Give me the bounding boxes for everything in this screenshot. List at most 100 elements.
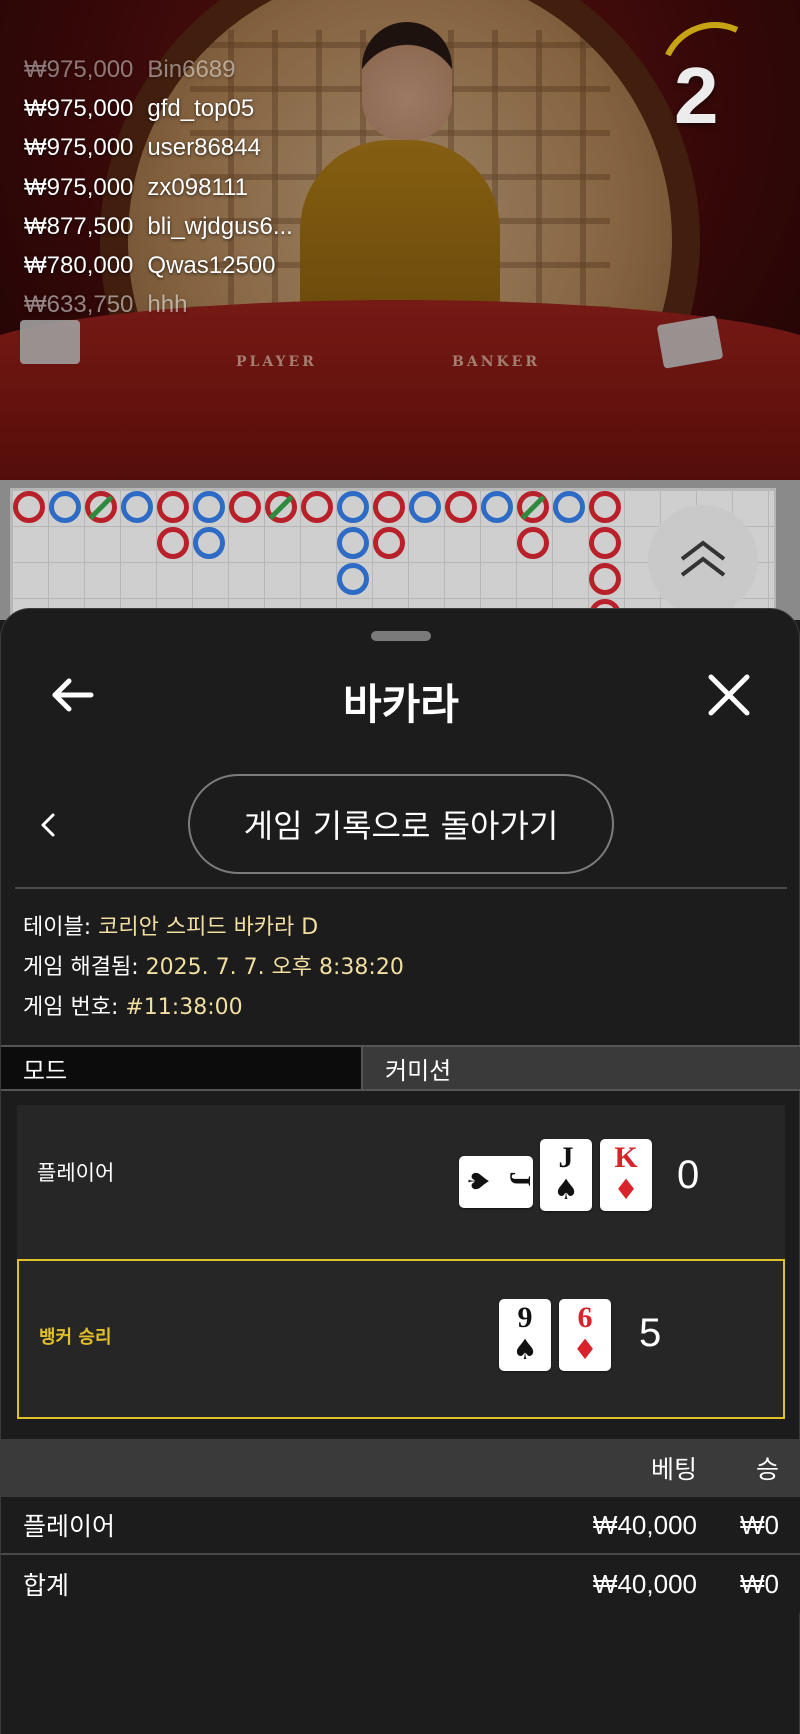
live-bet-row: ₩633,750 hhh (24, 286, 293, 325)
player-ring (409, 491, 441, 523)
bet-user: user86844 (147, 134, 261, 162)
bet-user: Qwas12500 (147, 252, 276, 280)
spade-icon: ♠ (461, 1168, 495, 1194)
banker-ring (13, 491, 45, 523)
info-table-label: 테이블: (23, 915, 99, 940)
live-bets-list: ₩975,000 Bin6689 ₩975,000 gfd_top05 ₩975,0… (24, 50, 293, 325)
live-bet-row: ₩780,000 Qwas12500 (24, 246, 293, 285)
diamond-icon: ♦ (613, 1173, 639, 1206)
card-rank: K (614, 1141, 638, 1174)
tie-slash (520, 495, 546, 520)
banker-ring (589, 563, 621, 595)
player-ring (553, 491, 585, 523)
bet-amount: ₩633,750 (24, 291, 134, 319)
tie-slash (268, 495, 294, 520)
header-win: 승 (755, 1455, 779, 1484)
player-hand-label: 플레이어 (37, 1161, 115, 1185)
bet-user: zx098111 (147, 173, 248, 201)
player-card-3: K ♦ (600, 1139, 652, 1211)
banker-ring (589, 491, 621, 523)
live-bet-row: ₩877,500 bli_wjdgus6... (24, 207, 293, 246)
player-ring (337, 491, 369, 523)
info-resolved-label: 게임 해결됨: (23, 955, 146, 980)
banker-ring (373, 491, 405, 523)
tie-slash (88, 495, 114, 520)
app-root: PLAYER BANKER ₩975,000 Bin6689 ₩975,000 gf… (0, 0, 800, 1734)
round-result-panel: 플레이어 J ♠ J ♠ K ♦ 0 뱅커 승리 9 ♠ 6 ♦ 5 (17, 1105, 785, 1419)
tab-mode[interactable]: 모드 (1, 1047, 363, 1089)
back-to-history-button[interactable]: 게임 기록으로 돌아가기 (188, 774, 614, 874)
banker-ring (229, 491, 261, 523)
live-bet-row: ₩975,000 Bin6689 (24, 50, 293, 89)
banker-ring (517, 527, 549, 559)
chevron-left-icon[interactable] (29, 805, 69, 845)
banker-card-1: 9 ♠ (499, 1299, 551, 1371)
table-row-total: 합계 ₩40,000 ₩0 (1, 1555, 800, 1613)
player-ring (481, 491, 513, 523)
row-label: 플레이어 (23, 1512, 116, 1541)
double-chevron-up-icon (680, 540, 726, 577)
banker-ring (265, 491, 297, 523)
banker-ring (301, 491, 333, 523)
live-bet-row: ₩975,000 zx098111 (24, 168, 293, 207)
bet-summary-table: 베팅 승 플레이어 ₩40,000 ₩0 합계 ₩40,000 ₩0 (1, 1439, 800, 1613)
bet-amount: ₩877,500 (24, 212, 134, 240)
card-rank: 6 (577, 1301, 593, 1334)
bet-amount: ₩975,000 (24, 134, 134, 162)
live-video: PLAYER BANKER ₩975,000 Bin6689 ₩975,000 gf… (0, 0, 800, 480)
player-ring (193, 491, 225, 523)
bet-amount: ₩975,000 (24, 94, 134, 122)
info-table-value: 코리안 스피드 바카라 D (98, 915, 319, 940)
info-resolved: 게임 해결됨: 2025. 7. 7. 오후 8:38:20 (23, 949, 404, 981)
player-score: 0 (677, 1153, 700, 1197)
expand-roads-button[interactable] (648, 505, 758, 615)
row-bet: ₩40,000 (592, 1509, 697, 1540)
bet-amount: ₩975,000 (24, 55, 134, 83)
banker-score: 5 (639, 1311, 662, 1355)
banker-win-label: 뱅커 승리 (39, 1327, 112, 1348)
banker-ring (373, 527, 405, 559)
banker-ring (157, 527, 189, 559)
diamond-icon: ♦ (572, 1333, 598, 1366)
row-win: ₩0 (740, 1568, 779, 1599)
player-hand-row: 플레이어 J ♠ J ♠ K ♦ 0 (17, 1105, 785, 1253)
banker-ring (517, 491, 549, 523)
spade-icon: ♠ (512, 1333, 538, 1366)
player-ring (337, 527, 369, 559)
close-icon[interactable] (701, 667, 757, 723)
tab-commission[interactable]: 커미션 (363, 1047, 800, 1089)
banker-ring (157, 491, 189, 523)
card-rank: J (558, 1141, 574, 1174)
info-resolved-value: 2025. 7. 7. 오후 8:38:20 (145, 955, 404, 980)
bet-amount: ₩975,000 (24, 173, 134, 201)
live-bet-row: ₩975,000 gfd_top05 (24, 89, 293, 128)
info-number-label: 게임 번호: (23, 995, 126, 1020)
player-ring (193, 527, 225, 559)
bet-user: Bin6689 (147, 55, 236, 83)
sheet-title: 바카라 (343, 680, 459, 729)
bet-user: gfd_top05 (147, 94, 255, 122)
info-table: 테이블: 코리안 스피드 바카라 D (23, 909, 318, 941)
card-rank: 9 (517, 1301, 533, 1334)
live-bet-row: ₩975,000 user86844 (24, 129, 293, 168)
player-card-1: J ♠ (459, 1156, 537, 1208)
banker-ring (589, 527, 621, 559)
info-game-number: 게임 번호: #11:38:00 (23, 989, 243, 1021)
card-rank: J (503, 1171, 537, 1187)
divider (15, 887, 787, 889)
player-card-2: J ♠ (540, 1139, 592, 1211)
header-bet: 베팅 (650, 1455, 697, 1484)
table-row: 플레이어 ₩40,000 ₩0 (1, 1497, 800, 1555)
countdown-timer: 2 (674, 51, 719, 140)
game-history-sheet: 바카라 게임 기록으로 돌아가기 테이블: 코리안 스피드 바카라 D 게임 해… (0, 608, 800, 1734)
bet-amount: ₩780,000 (24, 252, 134, 280)
bet-user: bli_wjdgus6... (147, 212, 293, 240)
banker-card-2: 6 ♦ (559, 1299, 611, 1371)
banker-ring (445, 491, 477, 523)
player-ring (49, 491, 81, 523)
row-label: 합계 (23, 1571, 70, 1600)
banker-ring (85, 491, 117, 523)
sheet-drag-handle[interactable] (371, 631, 431, 641)
mode-tabs: 모드 커미션 (1, 1045, 800, 1091)
banker-hand-row: 뱅커 승리 9 ♠ 6 ♦ 5 (17, 1259, 785, 1419)
